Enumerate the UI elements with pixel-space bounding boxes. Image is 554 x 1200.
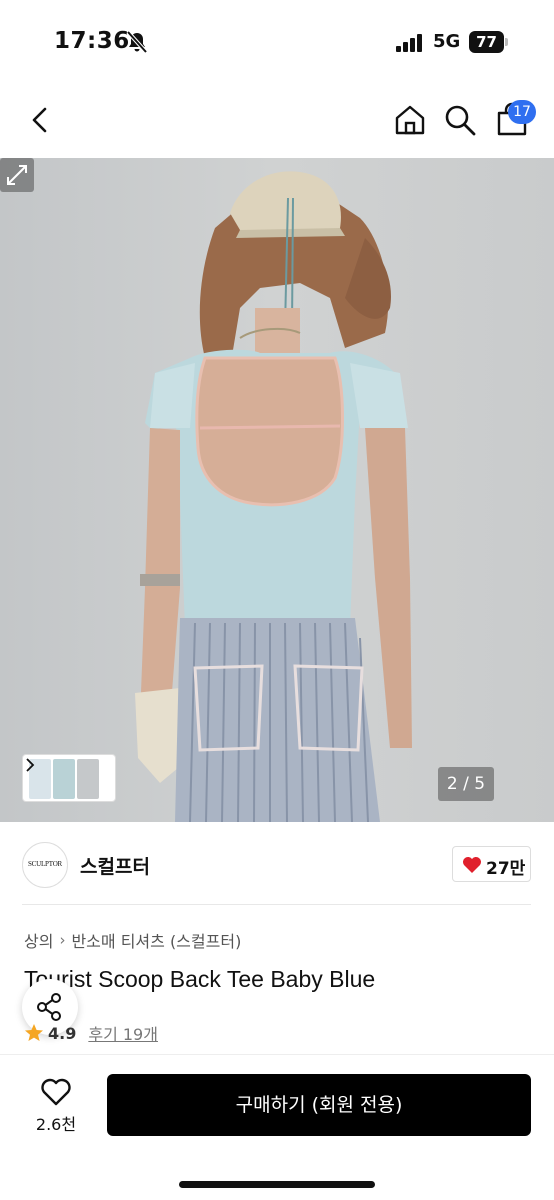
battery-icon: 77 bbox=[469, 31, 509, 53]
battery-level: 77 bbox=[469, 31, 504, 53]
wish-count: 2.6천 bbox=[35, 1115, 77, 1134]
signal-icon bbox=[396, 34, 422, 52]
brand-name[interactable]: 스컬프터 bbox=[80, 852, 150, 879]
brand-like-count: 27만 bbox=[486, 859, 526, 879]
cart-count-badge: 17 bbox=[508, 100, 536, 124]
bottom-action-bar: 2.6천 구매하기 (회원 전용) bbox=[0, 1054, 554, 1200]
product-photo bbox=[135, 171, 412, 822]
bell-muted-icon bbox=[126, 30, 148, 54]
chevron-right-icon[interactable] bbox=[23, 755, 37, 775]
brand-like-button[interactable]: 27만 bbox=[452, 846, 531, 882]
home-icon[interactable] bbox=[392, 102, 428, 138]
rating-value: 4.9 bbox=[48, 1023, 77, 1043]
chevron-right-icon: › bbox=[59, 931, 66, 949]
product-image-gallery[interactable]: 2 / 5 bbox=[0, 158, 554, 822]
divider bbox=[22, 904, 531, 905]
breadcrumb-subcategory[interactable]: 반소매 티셔츠 (스컬프터) bbox=[71, 928, 241, 952]
buy-button[interactable]: 구매하기 (회원 전용) bbox=[107, 1074, 531, 1136]
gallery-page-indicator: 2 / 5 bbox=[438, 767, 494, 801]
breadcrumb: 상의 › 반소매 티셔츠 (스컬프터) bbox=[24, 928, 241, 952]
search-icon[interactable] bbox=[442, 102, 478, 138]
rating-row: 4.9 후기 19개 bbox=[24, 1021, 158, 1045]
status-bar: 17:36 5G 77 bbox=[0, 0, 554, 84]
status-time: 17:36 bbox=[54, 28, 130, 54]
thumbnail-image[interactable] bbox=[53, 759, 75, 799]
nav-bar: 17 bbox=[0, 84, 554, 158]
breadcrumb-category[interactable]: 상의 bbox=[24, 928, 53, 952]
heart-filled-icon bbox=[463, 857, 481, 873]
brand-logo[interactable]: SCULPTOR bbox=[22, 842, 68, 888]
network-type: 5G bbox=[433, 31, 461, 52]
brand-row[interactable]: SCULPTOR 스컬프터 27만 bbox=[0, 822, 554, 906]
expand-icon[interactable] bbox=[0, 158, 34, 192]
brand-logo-text: SCULPTOR bbox=[27, 860, 63, 868]
thumbnail-strip[interactable] bbox=[22, 754, 116, 802]
review-link[interactable]: 후기 19개 bbox=[88, 1021, 158, 1045]
star-icon bbox=[25, 1024, 43, 1041]
home-indicator bbox=[179, 1181, 375, 1188]
heart-outline-icon[interactable] bbox=[40, 1077, 72, 1107]
thumbnail-image[interactable] bbox=[77, 759, 99, 799]
back-icon[interactable] bbox=[24, 104, 56, 136]
